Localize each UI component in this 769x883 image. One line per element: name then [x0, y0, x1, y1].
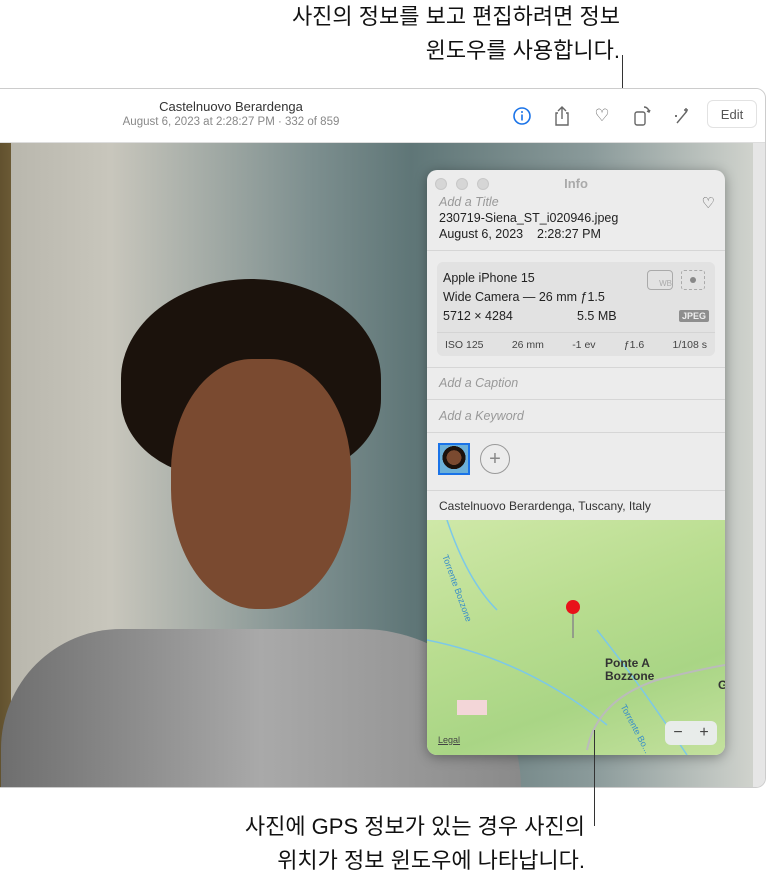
- photo-subject-face: [171, 359, 351, 609]
- caption-field[interactable]: Add a Caption: [439, 376, 518, 390]
- share-button[interactable]: [551, 105, 573, 127]
- edit-button[interactable]: Edit: [707, 100, 757, 128]
- person-thumbnail[interactable]: [438, 443, 470, 475]
- map-pin-icon: [566, 600, 580, 614]
- magic-wand-icon: [675, 108, 688, 124]
- divider: [427, 367, 725, 368]
- enhance-button[interactable]: [671, 105, 693, 127]
- share-icon: [555, 106, 569, 126]
- metering-icon: [681, 270, 705, 290]
- map-features: [427, 520, 725, 755]
- lens-info: Wide Camera — 26 mm ƒ1.5: [443, 290, 605, 304]
- map-zoom-control: − +: [665, 721, 717, 745]
- photo-date-count: August 6, 2023 at 2:28:27 PM · 332 of 85…: [122, 116, 340, 128]
- aperture: ƒ1.6: [623, 339, 645, 351]
- location-name: Castelnuovo Berardenga, Tuscany, Italy: [439, 499, 651, 513]
- callout-info-window: 사진의 정보를 보고 편집하려면 정보윈도우를 사용합니다.: [200, 0, 620, 68]
- divider: [427, 432, 725, 433]
- date-time[interactable]: August 6, 2023 2:28:27 PM: [439, 227, 601, 241]
- divider: [427, 399, 725, 400]
- exif-row: ISO 125 26 mm -1 ev ƒ1.6 1/108 s: [437, 332, 715, 356]
- filename: 230719-Siena_ST_i020946.jpeg: [439, 211, 619, 225]
- rotate-icon: [634, 106, 651, 126]
- zoom-out-button[interactable]: −: [673, 724, 682, 742]
- divider: [427, 490, 725, 491]
- photo-location-title: Castelnuovo Berardenga: [159, 99, 303, 114]
- river: [427, 639, 608, 726]
- callout-line: 사진에 GPS 정보가 있는 경우 사진의: [244, 814, 585, 839]
- zoom-in-button[interactable]: +: [699, 724, 708, 742]
- file-size: 5.5 MB: [577, 309, 617, 323]
- toolbar: Castelnuovo Berardenga August 6, 2023 at…: [0, 89, 765, 143]
- legal-link[interactable]: Legal: [438, 735, 460, 745]
- title-field[interactable]: Add a Title: [439, 195, 499, 209]
- divider: [427, 250, 725, 251]
- urban-area: [457, 700, 487, 715]
- info-window-title: Info: [564, 176, 588, 191]
- callout-line: 사진의 정보를 보고 편집하려면 정보: [291, 4, 620, 29]
- favorite-heart-icon[interactable]: ♡: [702, 194, 715, 212]
- leader-line: [594, 730, 595, 826]
- plus-icon: +: [489, 448, 501, 470]
- callout-map: 사진에 GPS 정보가 있는 경우 사진의위치가 정보 윈도우에 나타납니다.: [150, 810, 585, 878]
- keyword-field[interactable]: Add a Keyword: [439, 409, 524, 423]
- shutter-speed: 1/108 s: [672, 339, 707, 351]
- camera-model: Apple iPhone 15: [443, 271, 535, 285]
- filmstrip-edge: [753, 143, 765, 787]
- camera-info: Apple iPhone 15 Wide Camera — 26 mm ƒ1.5…: [437, 262, 715, 356]
- rotate-button[interactable]: [631, 105, 653, 127]
- exposure-value: -1 ev: [572, 339, 596, 351]
- map[interactable]: Ponte A Bozzone Torrente Bozzone Torrente…: [427, 520, 725, 755]
- place-line: Bozzone: [605, 669, 655, 683]
- info-button[interactable]: [511, 105, 533, 127]
- dimensions: 5712 × 4284: [443, 309, 513, 323]
- format-badge: JPEG: [678, 310, 709, 322]
- favorite-button[interactable]: ♡: [591, 105, 613, 127]
- map-edge-label: G: [718, 678, 725, 692]
- map-place-label: Ponte A Bozzone: [605, 657, 654, 683]
- heart-icon: ♡: [594, 106, 610, 125]
- add-person-button[interactable]: +: [480, 444, 510, 474]
- white-balance-icon: WB: [647, 270, 673, 290]
- callout-line: 윈도우를 사용합니다.: [425, 38, 620, 63]
- focal-length: 26 mm: [511, 339, 544, 351]
- info-icon: [513, 107, 531, 125]
- iso: ISO 125: [445, 339, 484, 351]
- callout-line: 위치가 정보 윈도우에 나타납니다.: [277, 848, 585, 873]
- info-window[interactable]: Info Add a Title ♡ 230719-Siena_ST_i0209…: [427, 170, 725, 755]
